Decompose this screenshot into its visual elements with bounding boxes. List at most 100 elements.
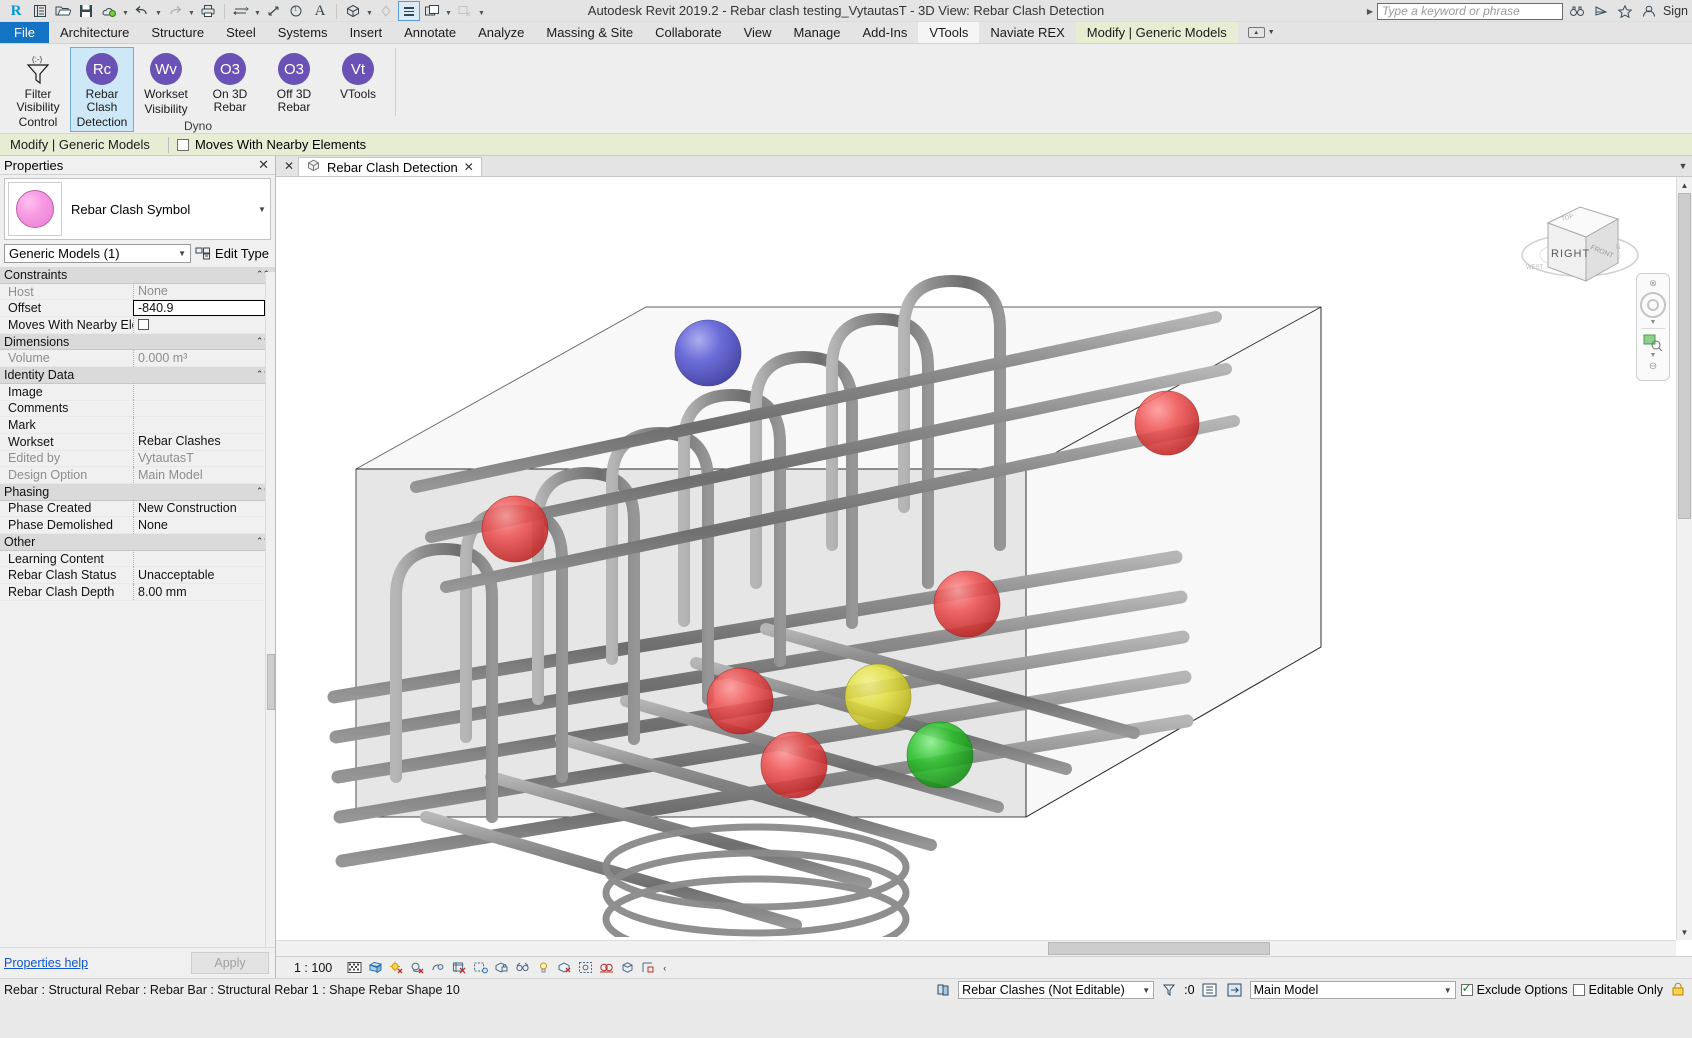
property-value[interactable]: New Construction xyxy=(133,500,275,517)
property-row-rebar-clash-depth[interactable]: Rebar Clash Depth 8.00 mm xyxy=(0,584,275,601)
chevron-down-icon[interactable]: ▼ xyxy=(178,249,186,258)
navigation-bar[interactable]: ⊗ ▼ ▼ ⊖ xyxy=(1636,273,1670,381)
worksets-icon[interactable] xyxy=(933,981,953,999)
property-value[interactable]: None xyxy=(133,517,275,534)
active-design-option-icon[interactable] xyxy=(1225,981,1245,999)
horizontal-scrollbar[interactable] xyxy=(276,940,1676,956)
properties-group-dimensions[interactable]: Dimensions ⌃⌃ xyxy=(0,334,275,351)
temporary-hide-isolate-icon[interactable] xyxy=(512,958,533,978)
chevron-down-icon[interactable]: ▼ xyxy=(1650,319,1657,326)
tab-structure[interactable]: Structure xyxy=(140,22,215,43)
button-off-3d-rebar[interactable]: O3 Off 3D Rebar xyxy=(262,47,326,117)
sign-in-label[interactable]: Sign xyxy=(1663,4,1690,18)
analytical-model-icon[interactable] xyxy=(596,958,617,978)
property-row-volume[interactable]: Volume 0.000 m³ xyxy=(0,350,275,367)
moves-with-nearby-property-checkbox[interactable] xyxy=(138,319,149,330)
exclude-options-checkbox[interactable]: Exclude Options xyxy=(1461,983,1568,997)
communication-center-icon[interactable] xyxy=(1591,1,1611,21)
expand-icon[interactable]: ‹ xyxy=(659,963,666,973)
moves-with-nearby-elements-checkbox[interactable]: Moves With Nearby Elements xyxy=(177,137,366,152)
detail-level-icon[interactable] xyxy=(344,958,365,978)
crop-view-off-icon[interactable] xyxy=(449,958,470,978)
ownership-status-icon[interactable] xyxy=(1668,981,1688,999)
render-dialog-icon[interactable] xyxy=(428,958,449,978)
property-value[interactable] xyxy=(133,550,275,567)
close-icon[interactable]: ✕ xyxy=(464,160,474,174)
editable-only-checkbox[interactable]: Editable Only xyxy=(1573,983,1663,997)
tab-insert[interactable]: Insert xyxy=(339,22,394,43)
close-icon[interactable]: ⊗ xyxy=(1649,278,1657,289)
properties-scrollbar[interactable] xyxy=(265,272,275,947)
property-row-rebar-clash-status[interactable]: Rebar Clash Status Unacceptable xyxy=(0,567,275,584)
editable-only-box[interactable] xyxy=(1573,984,1585,996)
tab-naviate-rex[interactable]: Naviate REX xyxy=(979,22,1075,43)
chevron-down-icon[interactable]: ▼ xyxy=(1268,29,1275,36)
button-vtools[interactable]: Vt VTools xyxy=(326,47,390,104)
property-row-host[interactable]: Host None xyxy=(0,284,275,301)
type-selector[interactable]: Rebar Clash Symbol ▼ xyxy=(4,178,271,240)
tab-manage[interactable]: Manage xyxy=(783,22,852,43)
search-input[interactable]: Type a keyword or phrase xyxy=(1377,3,1563,20)
tab-modify-generic-models[interactable]: Modify | Generic Models xyxy=(1076,22,1238,43)
tab-analyze[interactable]: Analyze xyxy=(467,22,535,43)
property-row-comments[interactable]: Comments xyxy=(0,401,275,418)
tab-view[interactable]: View xyxy=(733,22,783,43)
chevron-down-icon[interactable]: ▼ xyxy=(1674,156,1692,176)
property-row-edited-by[interactable]: Edited by VytautasT xyxy=(0,451,275,468)
properties-group-other[interactable]: Other ⌃⌃ xyxy=(0,534,275,551)
ribbon-display-options[interactable]: ▲ ▼ xyxy=(1238,22,1285,43)
tab-add-ins[interactable]: Add-Ins xyxy=(852,22,919,43)
ribbon-tab-bar[interactable]: File Architecture Structure Steel System… xyxy=(0,22,1692,44)
properties-help-link[interactable]: Properties help xyxy=(4,956,88,970)
reveal-constraints-icon[interactable] xyxy=(617,958,638,978)
property-value[interactable] xyxy=(133,400,275,417)
category-selector[interactable]: Generic Models (1) ▼ xyxy=(4,244,191,263)
property-row-phase-demolished[interactable]: Phase Demolished None xyxy=(0,517,275,534)
filter-icon[interactable] xyxy=(1159,981,1179,999)
show-constraints-icon[interactable] xyxy=(575,958,596,978)
workset-selector[interactable]: Rebar Clashes (Not Editable) ▼ xyxy=(958,981,1154,999)
tab-annotate[interactable]: Annotate xyxy=(393,22,467,43)
button-workset-visibility[interactable]: Wv Workset Visibility xyxy=(134,47,198,119)
account-icon[interactable] xyxy=(1639,1,1659,21)
tab-vtools[interactable]: VTools xyxy=(918,22,979,43)
favorites-star-icon[interactable] xyxy=(1615,1,1635,21)
tab-architecture[interactable]: Architecture xyxy=(49,22,140,43)
offset-input[interactable]: -840.9 xyxy=(133,300,265,316)
lock-3d-view-icon[interactable] xyxy=(491,958,512,978)
view-scale-label[interactable]: 1 : 100 xyxy=(286,961,344,975)
property-row-learning-content[interactable]: Learning Content xyxy=(0,551,275,568)
tab-systems[interactable]: Systems xyxy=(267,22,339,43)
property-row-workset[interactable]: Workset Rebar Clashes xyxy=(0,434,275,451)
chevron-down-icon-2[interactable]: ▼ xyxy=(1650,352,1657,359)
scroll-down-icon[interactable]: ▼ xyxy=(1677,924,1692,940)
property-row-image[interactable]: Image xyxy=(0,384,275,401)
horizontal-scrollbar-thumb[interactable] xyxy=(1048,942,1270,955)
show-crop-region-icon[interactable] xyxy=(470,958,491,978)
visual-style-icon[interactable] xyxy=(365,958,386,978)
design-option-selector[interactable]: Main Model ▼ xyxy=(1250,981,1456,999)
property-value[interactable]: Unacceptable xyxy=(133,567,275,584)
properties-scrollbar-thumb[interactable] xyxy=(267,654,275,710)
properties-group-identity-data[interactable]: Identity Data ⌃⌃ xyxy=(0,367,275,384)
tab-collaborate[interactable]: Collaborate xyxy=(644,22,733,43)
properties-group-phasing[interactable]: Phasing ⌃⌃ xyxy=(0,484,275,501)
design-options-icon[interactable] xyxy=(1200,981,1220,999)
reveal-hidden-elements-icon[interactable] xyxy=(533,958,554,978)
property-value[interactable] xyxy=(133,417,275,434)
apply-button[interactable]: Apply xyxy=(191,952,269,974)
property-value[interactable]: 8.00 mm xyxy=(133,584,275,601)
close-all-views-icon[interactable]: ✕ xyxy=(280,156,298,176)
search-binoculars-icon[interactable] xyxy=(1567,1,1587,21)
tab-massing-and-site[interactable]: Massing & Site xyxy=(535,22,644,43)
property-value[interactable] xyxy=(133,383,275,400)
tab-steel[interactable]: Steel xyxy=(215,22,267,43)
vertical-scrollbar-thumb[interactable] xyxy=(1678,193,1691,519)
shadows-off-icon[interactable] xyxy=(407,958,428,978)
minimize-icon[interactable]: ⊖ xyxy=(1649,361,1657,372)
exclude-options-box[interactable] xyxy=(1461,984,1473,996)
property-value[interactable] xyxy=(133,317,275,334)
vertical-scrollbar[interactable]: ▲ ▼ xyxy=(1676,177,1692,940)
3d-canvas[interactable]: RIGHT FRONT TOP WEST N ⊗ ▼ xyxy=(276,177,1692,956)
tab-file[interactable]: File xyxy=(0,22,49,43)
